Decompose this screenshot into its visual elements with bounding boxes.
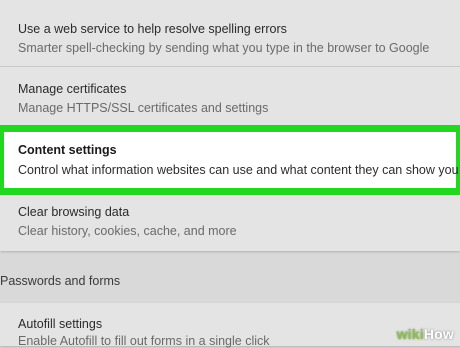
wikihow-watermark: wikiHow (397, 326, 454, 342)
content-settings-setting[interactable]: Content settings Control what informatio… (0, 125, 460, 195)
content-settings-description: Control what information websites can us… (18, 163, 459, 177)
content-settings-title: Content settings (18, 143, 117, 157)
autofill-settings-title: Autofill settings (18, 317, 103, 331)
advanced-settings-card: Use a web service to help resolve spelli… (0, 0, 460, 251)
autofill-settings-setting[interactable]: Autofill settings Enable Autofill to fil… (0, 303, 460, 348)
clear-browsing-data-title: Clear browsing data (18, 205, 130, 219)
passwords-forms-card: Autofill settings Enable Autofill to fil… (0, 303, 460, 348)
clear-browsing-data-description: Clear history, cookies, cache, and more (18, 224, 237, 238)
manage-certificates-setting[interactable]: Manage certificates Manage HTTPS/SSL cer… (0, 67, 460, 127)
manage-certificates-title: Manage certificates (18, 82, 127, 96)
passwords-forms-header: Passwords and forms (0, 274, 121, 288)
spelling-service-title: Use a web service to help resolve spelli… (18, 22, 287, 36)
watermark-part1: wiki (396, 326, 424, 342)
clear-browsing-data-setting[interactable]: Clear browsing data Clear history, cooki… (0, 193, 460, 251)
watermark-part2: How (423, 326, 454, 342)
spelling-service-setting[interactable]: Use a web service to help resolve spelli… (0, 0, 460, 66)
manage-certificates-description: Manage HTTPS/SSL certificates and settin… (18, 101, 269, 115)
spelling-service-description: Smarter spell-checking by sending what y… (18, 41, 430, 55)
